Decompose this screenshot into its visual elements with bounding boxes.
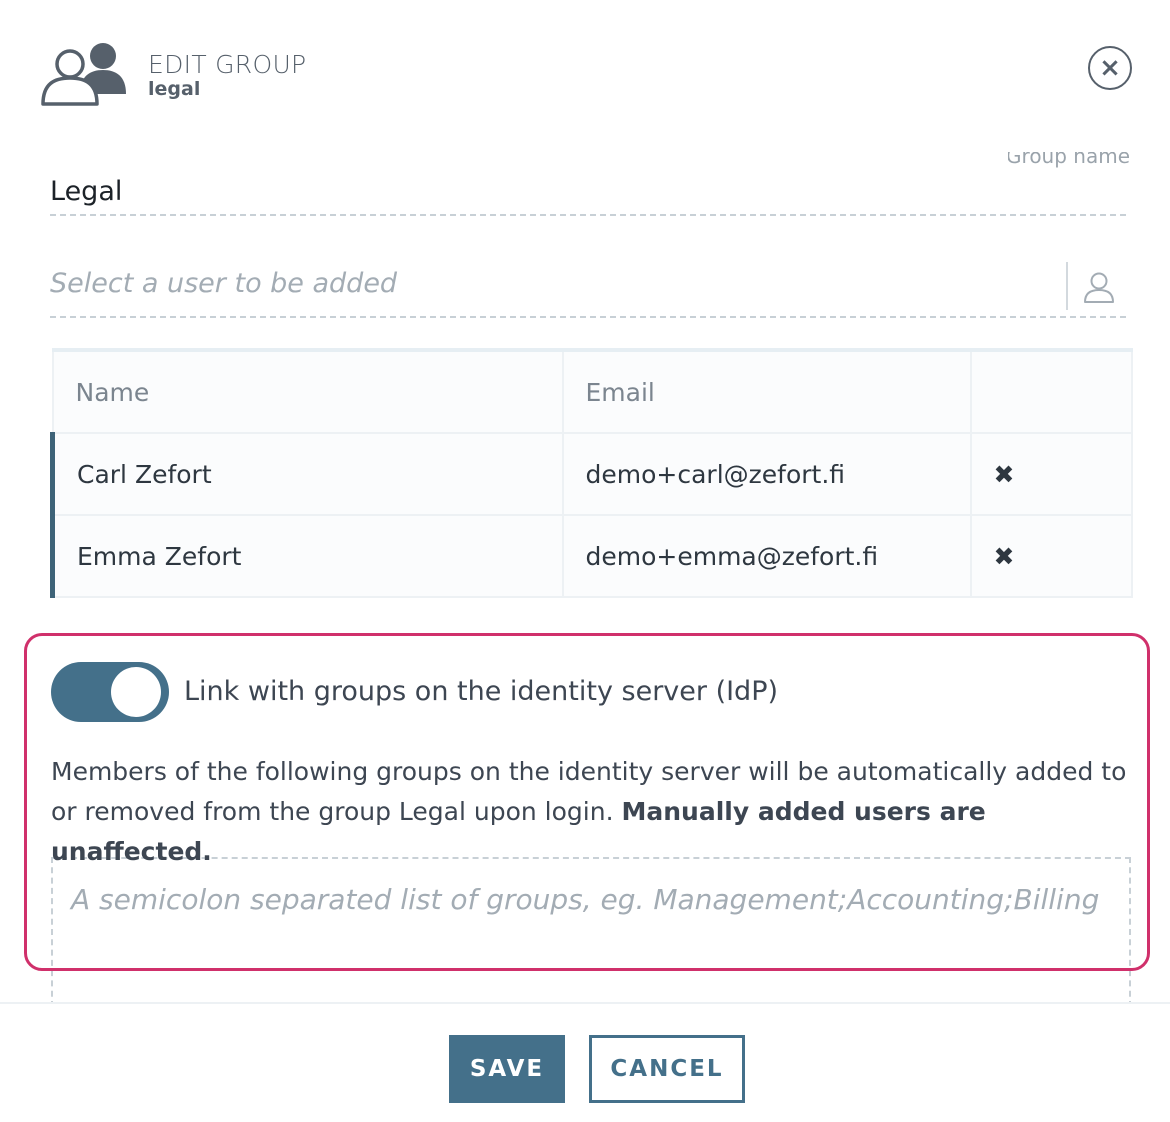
user-select[interactable]: Select a user to be added: [50, 258, 1126, 318]
dialog-title: EDIT GROUP: [148, 50, 307, 79]
remove-icon[interactable]: ✖: [994, 460, 1015, 489]
close-button[interactable]: ×: [1088, 46, 1132, 90]
dialog-footer: [0, 1002, 1170, 1122]
remove-member-button[interactable]: ✖: [969, 514, 1133, 598]
toggle-knob: [111, 667, 161, 717]
idp-link-toggle[interactable]: [51, 662, 169, 722]
dialog-subtitle: legal: [148, 78, 201, 100]
column-header-name[interactable]: Name: [51, 349, 564, 434]
table-row: Carl Zefort demo+carl@zefort.fi ✖: [50, 432, 1133, 516]
cancel-button[interactable]: CANCEL: [589, 1035, 745, 1103]
group-name-input[interactable]: [50, 168, 1126, 216]
table-row: Emma Zefort demo+emma@zefort.fi ✖: [50, 514, 1133, 598]
member-email: demo+carl@zefort.fi: [561, 432, 972, 516]
column-header-email[interactable]: Email: [561, 349, 972, 434]
user-select-placeholder: Select a user to be added: [50, 268, 398, 299]
remove-icon[interactable]: ✖: [994, 542, 1015, 571]
column-header-actions: [969, 349, 1133, 434]
user-icon[interactable]: [1082, 270, 1116, 304]
idp-link-toggle-label: Link with groups on the identity server …: [184, 676, 779, 707]
member-name: Carl Zefort: [50, 432, 564, 516]
idp-link-description: Members of the following groups on the i…: [51, 752, 1131, 872]
users-group-icon: [41, 43, 126, 106]
save-button[interactable]: SAVE: [449, 1035, 565, 1103]
table-header-row: Name Email: [51, 349, 1133, 434]
member-name: Emma Zefort: [50, 514, 564, 598]
member-email: demo+emma@zefort.fi: [561, 514, 972, 598]
close-icon: ×: [1099, 53, 1121, 83]
members-table: Name Email Carl Zefort demo+carl@zefort.…: [50, 348, 1133, 598]
remove-member-button[interactable]: ✖: [969, 432, 1133, 516]
user-select-divider: [1066, 262, 1068, 310]
group-name-label: Group name: [1008, 152, 1130, 168]
